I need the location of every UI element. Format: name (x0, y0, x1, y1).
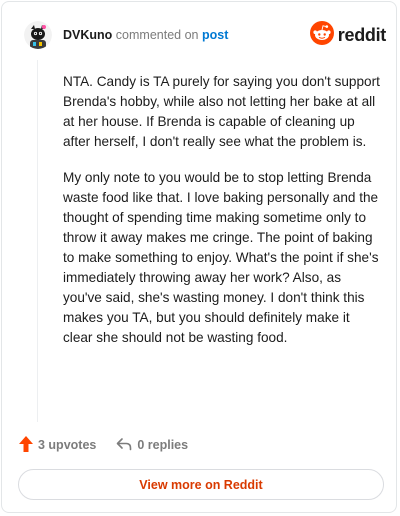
comment-paragraph: My only note to you would be to stop let… (63, 170, 379, 345)
comment-embed-card: DVKuno commented on post reddit NTA. Can… (1, 1, 397, 513)
reply-count: 0 replies (137, 438, 189, 452)
comment-meta: DVKuno commented on post (63, 27, 228, 43)
username-link[interactable]: DVKuno (63, 28, 112, 42)
reply-arrow-icon (116, 437, 132, 454)
comment-action-text: commented on (115, 28, 199, 42)
upvote-button[interactable]: 3 upvotes (19, 435, 97, 455)
upvote-arrow-icon (19, 435, 33, 455)
upvote-count: 3 upvotes (38, 438, 97, 452)
reddit-wordmark: reddit (337, 24, 387, 45)
comment-body: NTA. Candy is TA purely for saying you d… (63, 72, 381, 364)
comment-header: DVKuno commented on post reddit (24, 19, 386, 51)
comment-paragraph: NTA. Candy is TA purely for saying you d… (63, 74, 380, 149)
reply-button[interactable]: 0 replies (116, 437, 188, 454)
reddit-logo-icon (309, 20, 334, 50)
comment-actions: 3 upvotes 0 replies (19, 434, 188, 456)
user-avatar[interactable] (24, 21, 52, 49)
post-link[interactable]: post (202, 28, 228, 42)
reddit-brand-link[interactable]: reddit (309, 20, 387, 50)
view-more-button[interactable]: View more on Reddit (18, 469, 384, 500)
thread-line (37, 60, 38, 422)
